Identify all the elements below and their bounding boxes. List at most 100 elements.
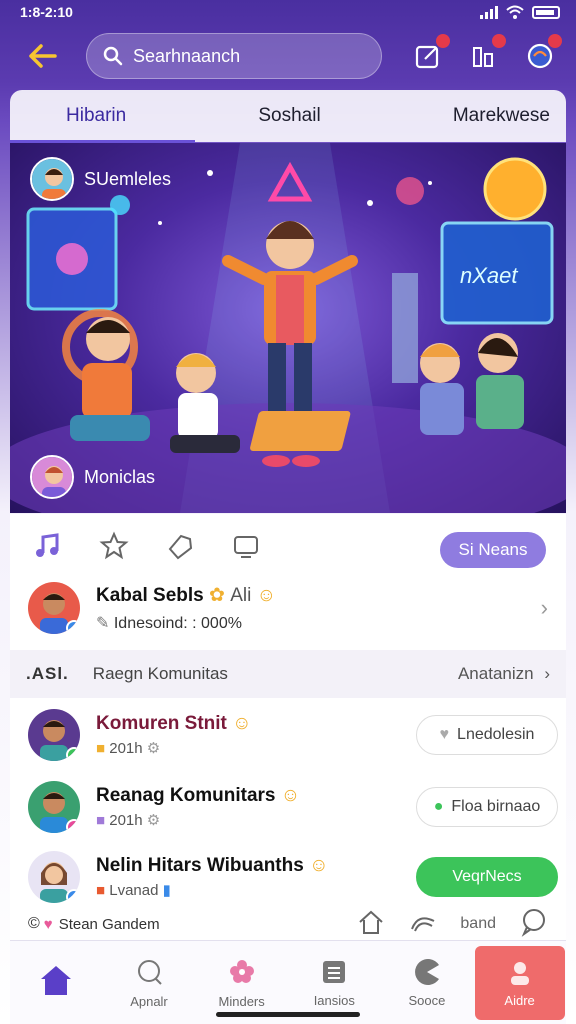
home-outline-button[interactable] [356, 907, 386, 942]
app-root: 1:8-2:10 Searhnaanch Hibarin Soshail Mar… [0, 0, 576, 1024]
emoji-icon: ✿ [209, 584, 225, 606]
search-icon [103, 46, 123, 66]
gear-icon: ⚙ [146, 812, 161, 829]
community-row[interactable]: Nelin Hitars Wibuanths ☺ ■ Lvanad ▮ Veqr… [28, 846, 558, 908]
featured-title-row: Kabal Sebls ✿ Ali ☺ [96, 584, 276, 607]
nav-chat[interactable]: Apnalr [104, 956, 194, 1009]
section-right-label: Anatanizn [457, 664, 534, 683]
wave-button[interactable] [408, 907, 438, 942]
featured-title-suffix: Ali [230, 584, 252, 606]
community-info: Reanag Komunitars ☺ ■ 201h ⚙ [96, 785, 300, 829]
top-bar [0, 28, 576, 84]
featured-item[interactable]: Kabal Sebls ✿ Ali ☺ ✎ Idnesoind: : 000% … [28, 578, 548, 638]
tab-soshail[interactable]: Soshail [258, 105, 320, 127]
avatar [28, 851, 80, 903]
community-title: Nelin Hitars Wibuanths [96, 855, 304, 876]
avatar [30, 455, 74, 499]
smile-icon: ☺ [232, 713, 252, 734]
featured-info: Kabal Sebls ✿ Ali ☺ ✎ Idnesoind: : 000% [96, 584, 276, 633]
tab-hibarin[interactable]: Hibarin [66, 105, 126, 127]
nav-lessons[interactable]: Iansios [289, 957, 379, 1008]
community-action-button[interactable]: ● Floa birnaao [416, 787, 558, 827]
nav-score-label: Sooce [408, 993, 446, 1008]
globe-button[interactable] [522, 34, 562, 74]
media-button[interactable] [228, 528, 264, 564]
avatar [30, 157, 74, 201]
community-action-button[interactable]: VeqrNecs [416, 857, 558, 897]
smile-icon: ☺ [256, 584, 277, 606]
section-see-all[interactable]: Anatanizn › [458, 664, 550, 684]
hero-top-user[interactable]: SUemleles [30, 157, 171, 201]
nav-profile[interactable]: Aidre [474, 945, 565, 1020]
tag-icon [168, 534, 193, 560]
music-icon [36, 533, 59, 557]
extra-actions: band [356, 907, 548, 942]
arrow-left-icon [29, 44, 57, 68]
community-action-button[interactable]: ♥ Lnedolesin [416, 715, 558, 755]
chat-icon [137, 960, 162, 985]
notification-badge [548, 34, 562, 48]
search-bar[interactable] [86, 33, 382, 79]
status-icons [480, 5, 560, 19]
notification-badge [436, 34, 450, 48]
featured-subtitle: Idnesoind: : 000% [113, 614, 242, 632]
status-bar: 1:8-2:10 [0, 0, 576, 24]
home-icon [41, 965, 72, 995]
compose-button[interactable] [410, 34, 450, 74]
nav-chat-label: Apnalr [130, 994, 168, 1009]
nav-profile-label: Aidre [504, 993, 535, 1008]
hero-sign-text: nXaet [460, 263, 518, 288]
community-action-label: Lnedolesin [457, 726, 535, 743]
smile-icon: ☺ [280, 785, 301, 806]
community-title-row: Nelin Hitars Wibuanths ☺ [96, 855, 328, 877]
status-time: 1:8-2:10 [20, 4, 73, 20]
top-icons [410, 34, 562, 74]
nav-minders[interactable]: Minders [197, 956, 287, 1009]
community-row[interactable]: Reanag Komunitars ☺ ■ 201h ⚙ ● Floa birn… [28, 776, 558, 838]
nav-lessons-label: Iansios [313, 993, 355, 1008]
pin-icon: ✎ [96, 614, 110, 632]
wifi-icon [506, 5, 524, 19]
category-icons [30, 528, 264, 564]
community-title-row: Komuren Stnit ☺ [96, 713, 252, 735]
news-button[interactable]: Si Neans [440, 532, 546, 568]
back-button[interactable] [18, 32, 66, 80]
tv-icon [234, 536, 258, 558]
community-row[interactable]: Komuren Stnit ☺ ■ 201h ⚙ ♥ Lnedolesin [28, 704, 558, 766]
extra-label: Stean Gandem [58, 915, 160, 933]
music-button[interactable] [30, 528, 66, 564]
nav-home[interactable] [11, 963, 101, 1003]
extra-right-label: band [460, 915, 496, 932]
tab-marekwese[interactable]: Marekwese [453, 105, 550, 127]
section-label: Raegn Komunitas [92, 664, 228, 683]
community-meta: Lvanad [109, 882, 159, 899]
hero-illustration[interactable]: nXaet SUemleles Moniclas [10, 143, 566, 513]
nav-minders-label: Minders [218, 994, 265, 1009]
community-meta: 201h [109, 812, 143, 829]
tag-button[interactable] [162, 528, 198, 564]
wave-icon [411, 916, 435, 931]
community-info: Komuren Stnit ☺ ■ 201h ⚙ [96, 713, 252, 757]
avatar [28, 781, 80, 833]
nav-score[interactable]: Sooce [382, 957, 472, 1008]
flower-icon [229, 960, 254, 983]
profile-icon [510, 962, 529, 985]
chevron-right-icon: › [540, 595, 548, 620]
chat-bubble-icon [521, 908, 545, 937]
tab-bar: Hibarin Soshail Marekwese [10, 90, 566, 142]
copyright-icon: © [28, 915, 40, 932]
battery-icon [532, 5, 560, 19]
community-meta-row: ■ 201h ⚙ [96, 811, 300, 829]
flag-icon: ▮ [162, 882, 171, 899]
community-meta: 201h [109, 740, 143, 757]
heart-icon: ♥ [43, 915, 53, 933]
search-input[interactable] [133, 45, 353, 67]
status-badge [66, 889, 80, 903]
signal-icon [480, 5, 498, 19]
chat-button[interactable] [518, 907, 548, 942]
favorite-button[interactable] [96, 528, 132, 564]
grid-button[interactable] [466, 34, 506, 74]
emoji-icon: ■ [96, 740, 106, 757]
extra-row: © ♥ Stean Gandem band [28, 906, 548, 942]
hero-bottom-user[interactable]: Moniclas [30, 455, 155, 499]
